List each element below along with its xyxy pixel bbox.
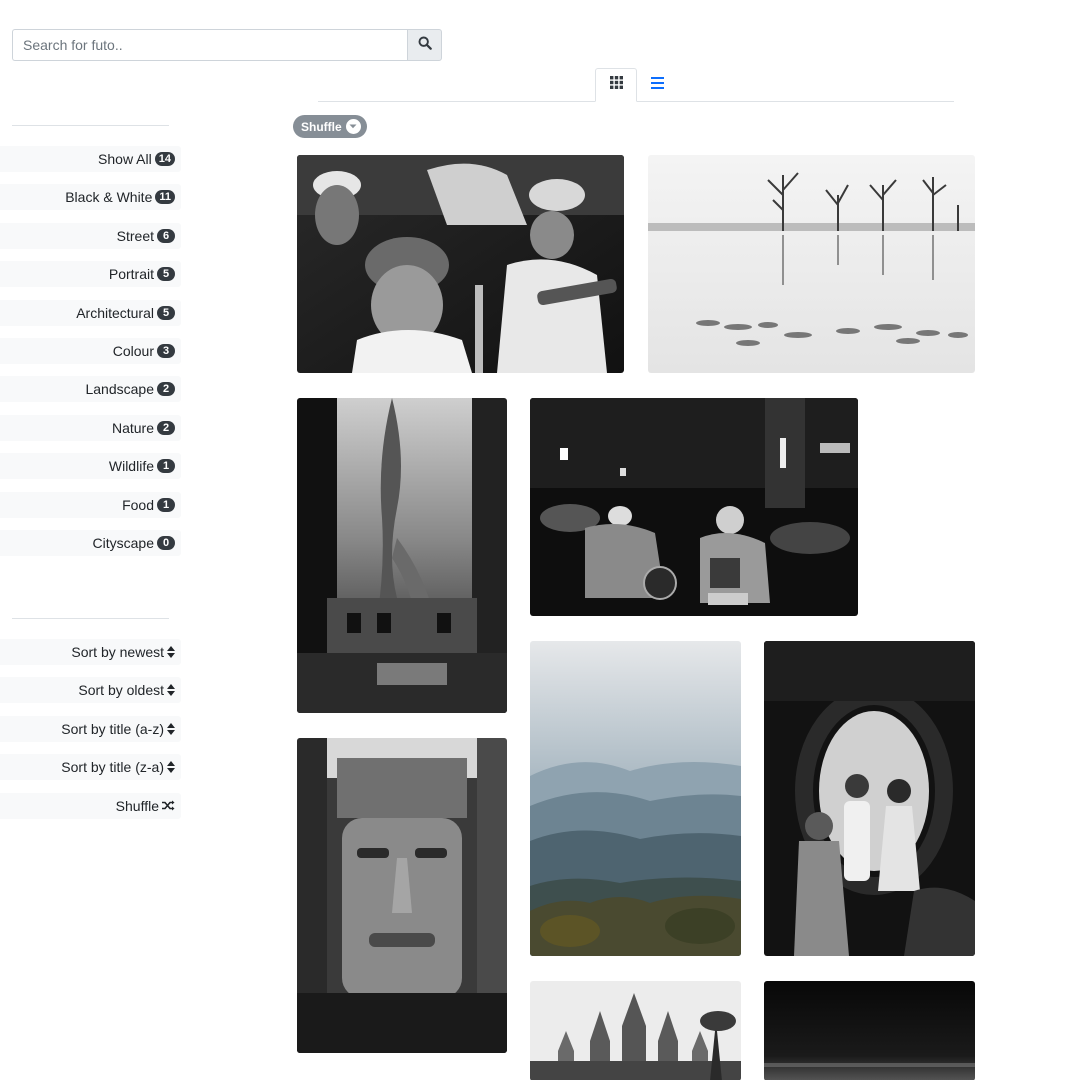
photo-lake-trees[interactable] xyxy=(648,155,975,373)
sort-newest-button[interactable]: Sort by newest xyxy=(0,639,181,665)
filter-street[interactable]: Street 6 xyxy=(0,222,181,249)
count-badge: 11 xyxy=(155,190,175,205)
search-bar xyxy=(12,29,442,61)
filter-portrait[interactable]: Portrait 5 xyxy=(0,261,181,288)
filter-landscape[interactable]: Landscape 2 xyxy=(0,376,181,403)
filter-label: Cityscape xyxy=(92,534,154,551)
filter-label: Architectural xyxy=(76,304,154,321)
count-badge: 3 xyxy=(157,343,175,358)
filter-label: Landscape xyxy=(85,381,154,398)
count-badge: 6 xyxy=(157,228,175,243)
filter-label: Portrait xyxy=(108,266,154,283)
sidebar-divider xyxy=(12,618,169,619)
filter-cityscape[interactable]: Cityscape 0 xyxy=(0,529,181,556)
sort-label: Sort by oldest xyxy=(78,682,164,699)
sort-icon xyxy=(167,684,175,697)
shuffle-pill[interactable]: Shuffle xyxy=(293,115,367,138)
filter-nature[interactable]: Nature 2 xyxy=(0,414,181,441)
filter-black-white[interactable]: Black & White 11 xyxy=(0,184,181,211)
count-badge: 1 xyxy=(157,497,175,512)
sort-label: Sort by newest xyxy=(71,644,164,660)
sort-label: Sort by title (z-a) xyxy=(61,759,164,776)
filter-label: Nature xyxy=(111,419,154,436)
filter-food[interactable]: Food 1 xyxy=(0,491,181,518)
filter-label: Colour xyxy=(112,342,154,359)
count-badge: 5 xyxy=(157,305,175,320)
filter-label: Black & White xyxy=(65,189,153,206)
search-input[interactable] xyxy=(12,29,407,61)
filter-label: Show All xyxy=(98,151,152,167)
filter-label: Food xyxy=(122,496,154,513)
count-badge: 0 xyxy=(157,535,175,550)
photo-couple-portrait[interactable] xyxy=(764,641,975,956)
count-badge: 14 xyxy=(154,152,175,166)
sort-icon xyxy=(167,761,175,774)
photo-dark-water[interactable] xyxy=(764,981,975,1080)
sort-label: Shuffle xyxy=(115,797,159,814)
grid-icon xyxy=(609,76,623,94)
sort-title-az-button[interactable]: Sort by title (a-z) xyxy=(0,715,181,742)
filter-list: Show All 14 Black & White 11 Street 6 Portr… xyxy=(0,146,181,568)
photo-motorbike-street[interactable] xyxy=(530,398,858,616)
sidebar-divider xyxy=(12,125,169,126)
sort-icon xyxy=(167,646,175,658)
sort-oldest-button[interactable]: Sort by oldest xyxy=(0,677,181,704)
count-badge: 2 xyxy=(157,382,175,397)
photo-temple-tree[interactable] xyxy=(297,398,507,713)
count-badge: 1 xyxy=(157,459,175,474)
photo-stone-face[interactable] xyxy=(297,738,507,1053)
filter-show-all[interactable]: Show All 14 xyxy=(0,146,181,172)
filter-colour[interactable]: Colour 3 xyxy=(0,337,181,364)
tab-list-view[interactable] xyxy=(637,68,677,102)
sort-icon xyxy=(167,722,175,735)
search-icon xyxy=(418,36,432,55)
photo-street-musicians[interactable] xyxy=(297,155,624,373)
filter-architectural[interactable]: Architectural 5 xyxy=(0,299,181,326)
sort-title-za-button[interactable]: Sort by title (z-a) xyxy=(0,754,181,781)
count-badge: 5 xyxy=(157,267,175,282)
filter-label: Wildlife xyxy=(108,458,154,475)
shuffle-button[interactable]: Shuffle xyxy=(0,792,181,819)
sort-list: Sort by newest Sort by oldest Sort by ti… xyxy=(0,639,181,831)
shuffle-pill-label: Shuffle xyxy=(301,119,342,134)
shuffle-icon xyxy=(162,800,175,811)
filter-wildlife[interactable]: Wildlife 1 xyxy=(0,453,181,480)
chevron-down-icon xyxy=(345,119,361,134)
search-button[interactable] xyxy=(407,29,442,61)
count-badge: 2 xyxy=(157,420,175,435)
photo-mountain-mist[interactable] xyxy=(530,641,741,956)
sort-label: Sort by title (a-z) xyxy=(61,720,164,737)
tab-grid-view[interactable] xyxy=(595,68,637,102)
filter-label: Street xyxy=(116,227,154,244)
photo-angkor-wat[interactable] xyxy=(530,981,741,1080)
list-icon xyxy=(650,76,664,94)
